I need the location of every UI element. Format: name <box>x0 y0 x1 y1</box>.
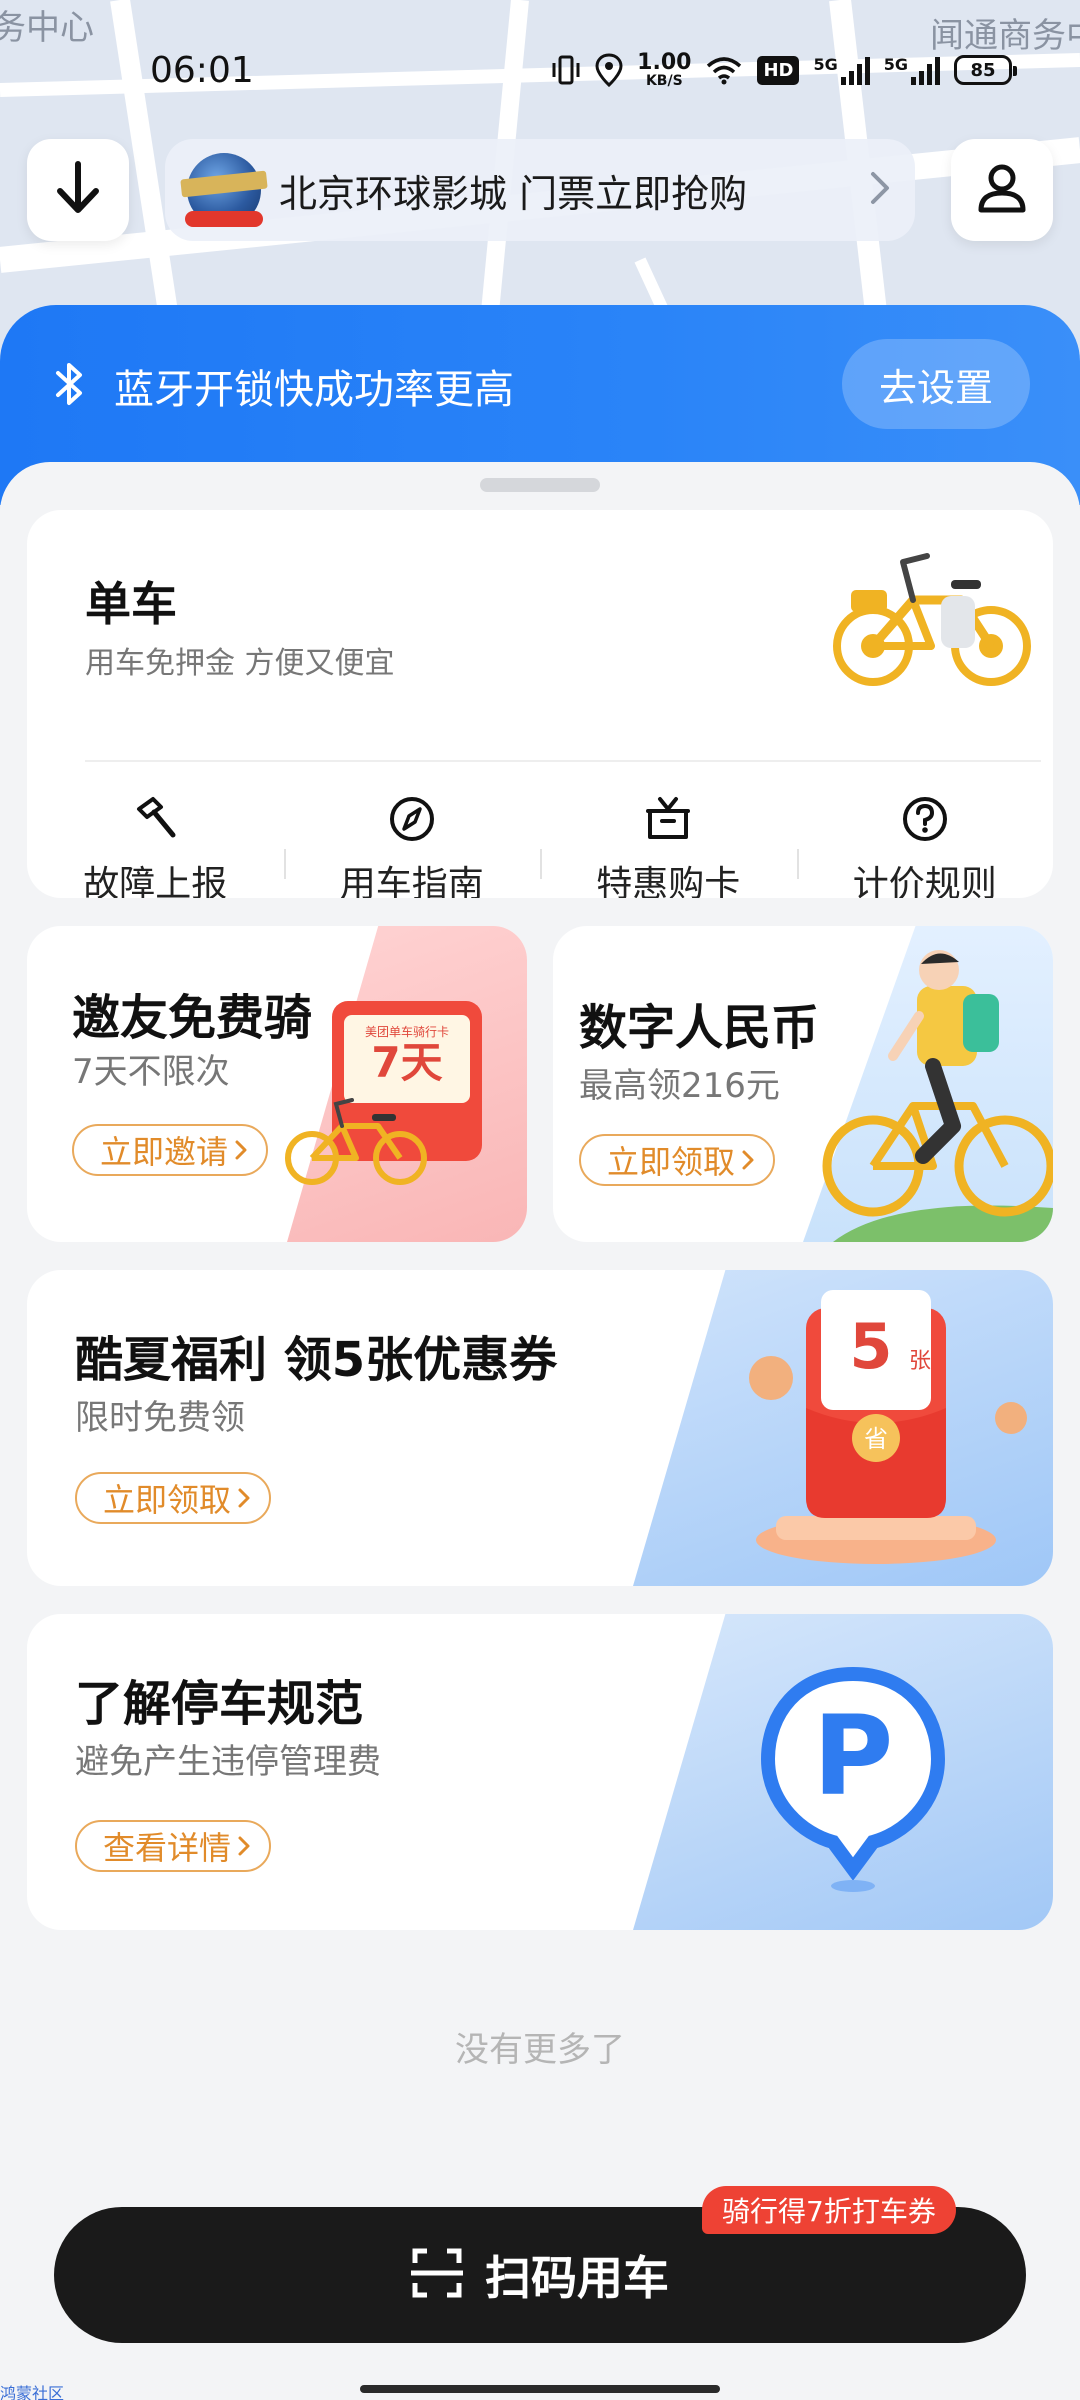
signal-sim1-icon: 5G <box>813 55 870 85</box>
invite-card-subtitle: 7天不限次 <box>72 1052 230 1092</box>
summer-coupon-card[interactable]: 省 5 张 酷夏福利 领5张优惠券 限时免费领 立即领取 <box>27 1270 1053 1586</box>
hammer-icon <box>131 795 179 843</box>
riding-guide-button[interactable]: 用车指南 <box>283 795 541 898</box>
net-speed: 1.00 KB/S <box>637 50 692 89</box>
invite-friends-card[interactable]: 美团单车骑行卡 7天 邀友免费骑 7天不限次 立即邀请 <box>27 926 527 1242</box>
envelope-value: 7天 <box>371 1038 443 1087</box>
invite-now-label: 立即邀请 <box>100 1133 229 1171</box>
bluetooth-settings-button[interactable]: 去设置 <box>842 339 1030 429</box>
hd-badge: HD <box>757 55 800 85</box>
promo-banner-universal[interactable]: 北京环球影城 门票立即抢购 <box>165 139 915 241</box>
profile-button[interactable] <box>951 139 1053 241</box>
universal-studios-logo <box>180 153 268 227</box>
bike-card-title: 单车 <box>85 577 177 631</box>
end-of-list-text: 没有更多了 <box>455 2030 625 2070</box>
vibrate-icon <box>551 53 581 87</box>
summer-card-subtitle: 限时免费领 <box>75 1398 245 1438</box>
coupon-unit-text: 张 <box>909 1349 931 1374</box>
quick-action-label: 用车指南 <box>339 864 484 898</box>
fault-report-button[interactable]: 故障上报 <box>27 795 284 898</box>
pricing-rules-button[interactable]: 计价规则 <box>796 795 1054 898</box>
chevron-right-icon <box>234 1131 248 1169</box>
view-details-button[interactable]: 查看详情 <box>75 1820 272 1872</box>
coupon-envelope-image: 省 5 张 <box>711 1288 1041 1582</box>
chevron-right-icon <box>741 1141 755 1179</box>
status-bar: 06:01 1.00 KB/S HD 5G 5G 85 <box>0 40 1080 100</box>
parking-rules-card[interactable]: P 了解停车规范 避免产生违停管理费 查看详情 <box>27 1614 1053 1930</box>
location-icon <box>595 53 623 87</box>
watermark: 鸿蒙社区 <box>0 2384 65 2400</box>
yellow-bike-image <box>831 550 1031 694</box>
sheet-drag-handle[interactable] <box>480 478 600 492</box>
buy-card-button[interactable]: 特惠购卡 <box>540 795 797 898</box>
digital-rmb-card[interactable]: 数字人民币 最高领216元 立即领取 <box>553 926 1053 1242</box>
collapse-sheet-button[interactable] <box>27 139 129 241</box>
wifi-icon <box>705 55 743 85</box>
bike-service-card[interactable]: 单车 用车免押金 方便又便宜 故障上报 用车指南 特惠购卡 计价规则 <box>27 510 1053 898</box>
quick-action-label: 特惠购卡 <box>596 864 741 898</box>
quick-action-label: 计价规则 <box>852 864 997 898</box>
bike-quick-actions: 故障上报 用车指南 特惠购卡 计价规则 <box>27 795 1054 898</box>
claim-coupons-button[interactable]: 立即领取 <box>75 1472 272 1524</box>
scan-icon <box>411 2247 463 2303</box>
bottom-sheet: 单车 用车免押金 方便又便宜 故障上报 用车指南 特惠购卡 计价规则 美团单车骑… <box>0 462 1080 2400</box>
parking-marker-icon: P <box>753 1664 953 1908</box>
coupon-seal-text: 省 <box>864 1425 888 1453</box>
rmb-card-title: 数字人民币 <box>579 1000 820 1056</box>
bluetooth-tip-text: 蓝牙开锁快成功率更高 <box>114 367 514 413</box>
chevron-right-icon <box>237 1827 251 1865</box>
question-icon <box>901 795 949 843</box>
claim-rmb-label: 立即领取 <box>607 1143 736 1181</box>
arrow-down-icon <box>55 160 101 220</box>
small-bike-image <box>282 1096 432 1190</box>
status-time: 06:01 <box>150 50 254 91</box>
compass-icon <box>388 795 436 843</box>
status-icons: 1.00 KB/S HD 5G 5G 85 <box>551 48 1017 92</box>
invite-card-title: 邀友免费骑 <box>72 990 313 1046</box>
chevron-right-icon <box>237 1479 251 1517</box>
invite-now-button[interactable]: 立即邀请 <box>72 1124 269 1176</box>
taxi-coupon-badge: 骑行得7折打车券 <box>702 2186 956 2234</box>
rmb-card-subtitle: 最高领216元 <box>579 1066 780 1106</box>
summer-card-title: 酷夏福利 领5张优惠券 <box>75 1332 558 1388</box>
parking-card-title: 了解停车规范 <box>75 1676 364 1732</box>
claim-coupons-label: 立即领取 <box>103 1481 232 1519</box>
view-details-label: 查看详情 <box>103 1829 232 1867</box>
user-icon <box>976 162 1028 218</box>
gift-icon <box>644 795 692 843</box>
chevron-right-icon <box>869 170 891 210</box>
bike-card-subtitle: 用车免押金 方便又便宜 <box>85 646 395 681</box>
coupon-count-text: 5 <box>849 1310 892 1383</box>
home-indicator[interactable] <box>360 2385 720 2393</box>
bike-card-divider <box>85 760 1041 762</box>
battery-icon: 85 <box>954 55 1017 85</box>
cyclist-image <box>813 946 1053 1242</box>
bluetooth-icon <box>52 361 86 411</box>
quick-action-label: 故障上报 <box>83 864 228 898</box>
parking-card-subtitle: 避免产生违停管理费 <box>75 1742 381 1782</box>
parking-badge-letter: P <box>813 1692 894 1820</box>
promo-banner-text: 北京环球影城 门票立即抢购 <box>279 171 748 216</box>
scan-to-ride-label: 扫码用车 <box>485 2251 669 2305</box>
signal-sim2-icon: 5G <box>884 55 940 85</box>
claim-rmb-button[interactable]: 立即领取 <box>579 1134 776 1186</box>
